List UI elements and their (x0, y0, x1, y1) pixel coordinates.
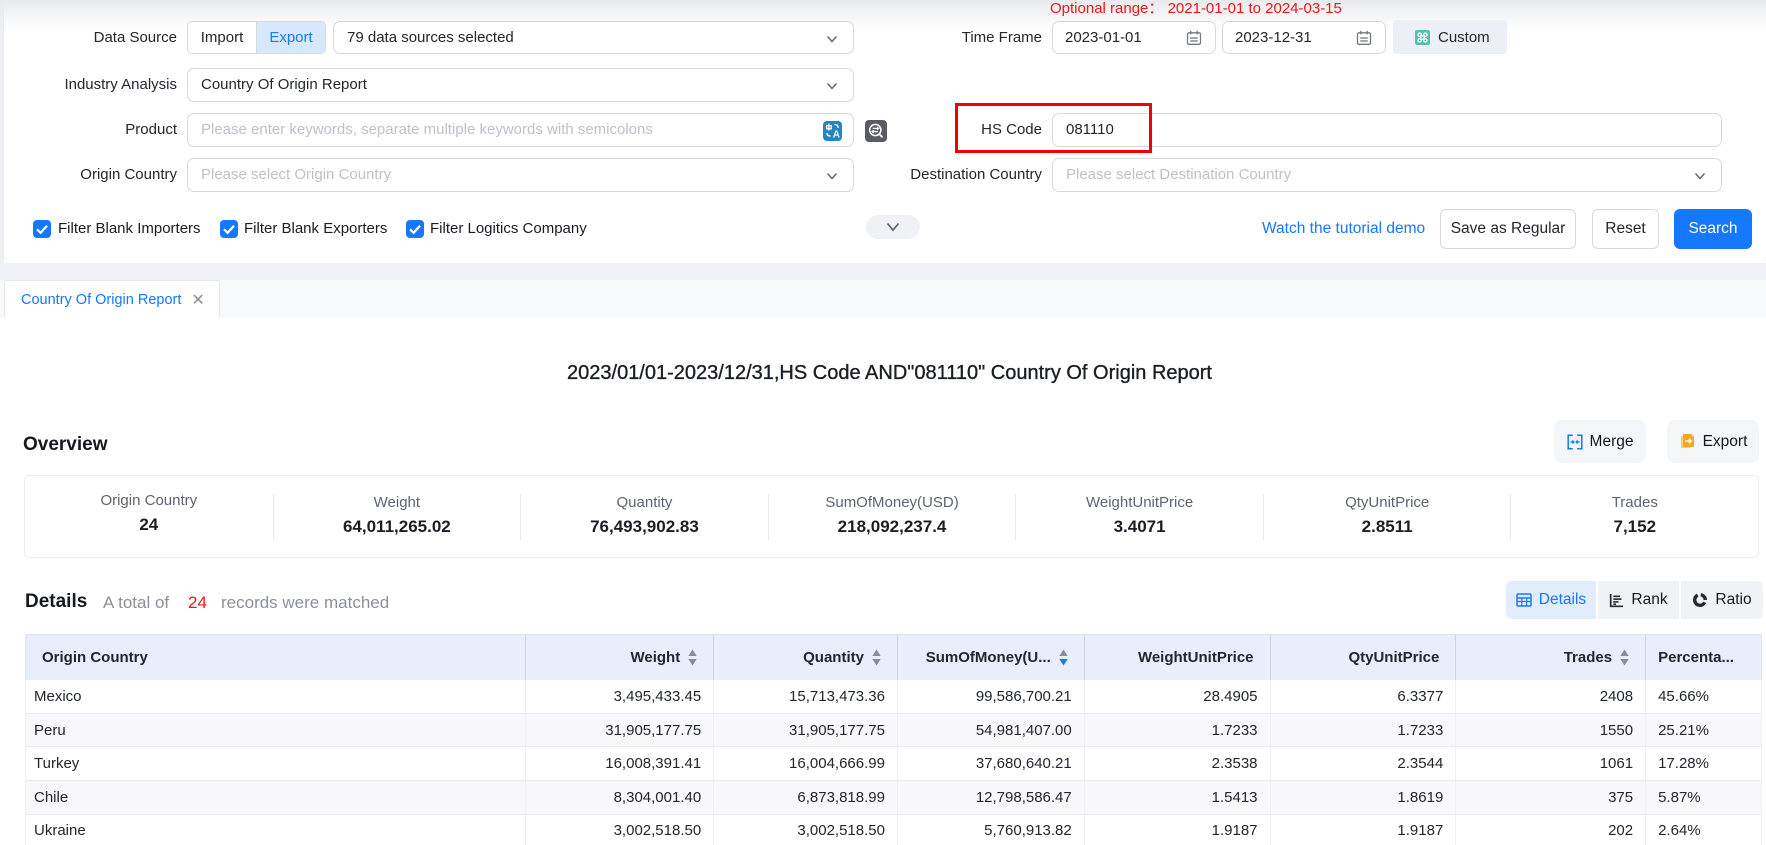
svg-text:A: A (833, 130, 840, 141)
